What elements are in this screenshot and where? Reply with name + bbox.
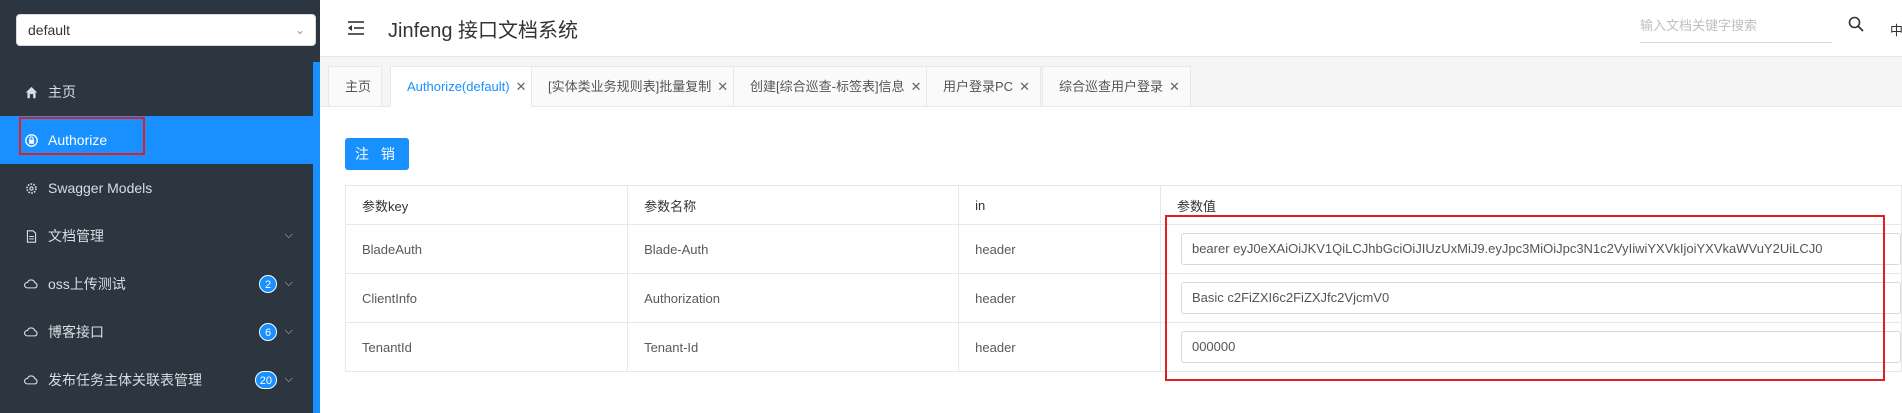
sidebar-scrollbar[interactable] — [313, 62, 320, 413]
column-header: 参数key — [344, 185, 629, 225]
sidebar-item-label: 主页 — [48, 84, 76, 100]
top-header: Jinfeng 接口文档系统 输入文档关键字搜索 中 — [320, 0, 1902, 57]
group-select-value: default — [28, 22, 71, 38]
count-badge: 2 — [259, 275, 277, 293]
group-select[interactable]: default ⌄ — [16, 14, 316, 46]
search-placeholder: 输入文档关键字搜索 — [1640, 18, 1758, 33]
chevron-down-icon: ⌵ — [284, 277, 293, 289]
search-input[interactable]: 输入文档关键字搜索 — [1640, 15, 1832, 43]
close-icon[interactable]: ✕ — [1169, 79, 1180, 94]
tab-home[interactable]: 主页 — [328, 66, 383, 107]
sidebar-item-label: 文档管理 — [48, 228, 104, 244]
tab-create-tag[interactable]: 创建[综合巡查-标签表]信息 ✕ — [733, 66, 933, 107]
tab-label: 综合巡查用户登录 — [1059, 79, 1164, 94]
sidebar-item-swagger-models[interactable]: Swagger Models — [0, 164, 313, 212]
close-icon[interactable]: ✕ — [516, 79, 527, 94]
logout-button[interactable]: 注 销 — [345, 138, 409, 170]
tab-user-login-pc[interactable]: 用户登录PC ✕ — [926, 66, 1041, 107]
param-key: TenantId — [344, 322, 629, 372]
search-icon[interactable] — [1848, 16, 1866, 34]
count-badge: 6 — [259, 323, 277, 341]
cloud-icon — [24, 373, 38, 387]
sidebar-item-label: 发布任务主体关联表管理 — [48, 372, 202, 388]
param-name: Authorization — [627, 273, 960, 323]
tab-label: [实体类业务规则表]批量复制 — [548, 79, 712, 94]
chevron-down-icon: ⌄ — [294, 23, 305, 37]
cloud-icon — [24, 277, 38, 291]
tab-label: 创建[综合巡查-标签表]信息 — [750, 79, 905, 94]
param-key: BladeAuth — [344, 224, 629, 274]
tab-bar: 主页 Authorize(default) ✕ [实体类业务规则表]批量复制 ✕ 创… — [320, 57, 1902, 107]
cloud-icon — [24, 325, 38, 339]
app-root: default ⌄ 主页 Authorize Swagger Models 文档… — [0, 0, 1902, 413]
column-header: in — [958, 185, 1161, 225]
tab-authorize[interactable]: Authorize(default) ✕ — [390, 66, 538, 107]
count-badge: 20 — [254, 371, 277, 389]
sidebar-item-home[interactable]: 主页 — [0, 68, 313, 116]
param-in: header — [958, 224, 1161, 274]
sidebar-item-task-relation[interactable]: 发布任务主体关联表管理 20 ⌵ — [0, 356, 313, 404]
tab-patrol-user-login[interactable]: 综合巡查用户登录 ✕ — [1042, 66, 1191, 107]
chevron-down-icon: ⌵ — [284, 229, 293, 241]
tab-label: 用户登录PC — [943, 79, 1014, 94]
language-switch[interactable]: 中 — [1890, 20, 1902, 39]
sidebar-item-doc-management[interactable]: 文档管理 ⌵ — [0, 212, 313, 260]
sidebar-item-oss-upload[interactable]: oss上传测试 2 ⌵ — [0, 260, 313, 308]
chevron-down-icon: ⌵ — [284, 325, 293, 337]
chevron-down-icon: ⌵ — [284, 373, 293, 385]
param-key: ClientInfo — [344, 273, 629, 323]
sidebar-item-label: Swagger Models — [48, 180, 153, 196]
close-icon[interactable]: ✕ — [717, 79, 728, 94]
sidebar-item-label: 博客接口 — [48, 324, 104, 340]
tab-label: Authorize(default) — [407, 79, 510, 94]
close-icon[interactable]: ✕ — [911, 79, 922, 94]
sidebar-item-label: oss上传测试 — [48, 276, 126, 292]
home-icon — [24, 85, 38, 99]
column-header: 参数名称 — [627, 185, 960, 225]
gear-icon — [24, 181, 38, 195]
sidebar: default ⌄ 主页 Authorize Swagger Models 文档… — [0, 0, 320, 413]
param-name: Blade-Auth — [627, 224, 960, 274]
menu-fold-icon[interactable] — [346, 18, 366, 38]
app-title: Jinfeng 接口文档系统 — [388, 20, 579, 42]
close-icon[interactable]: ✕ — [1019, 79, 1030, 94]
highlight-box-authorize — [19, 117, 145, 155]
param-name: Tenant-Id — [627, 322, 960, 372]
param-in: header — [958, 273, 1161, 323]
tab-label: 主页 — [345, 79, 372, 94]
sidebar-item-blog-api[interactable]: 博客接口 6 ⌵ — [0, 308, 313, 356]
highlight-box-values — [1165, 215, 1885, 381]
param-in: header — [958, 322, 1161, 372]
document-icon — [24, 229, 38, 243]
tab-batch-copy[interactable]: [实体类业务规则表]批量复制 ✕ — [531, 66, 740, 107]
